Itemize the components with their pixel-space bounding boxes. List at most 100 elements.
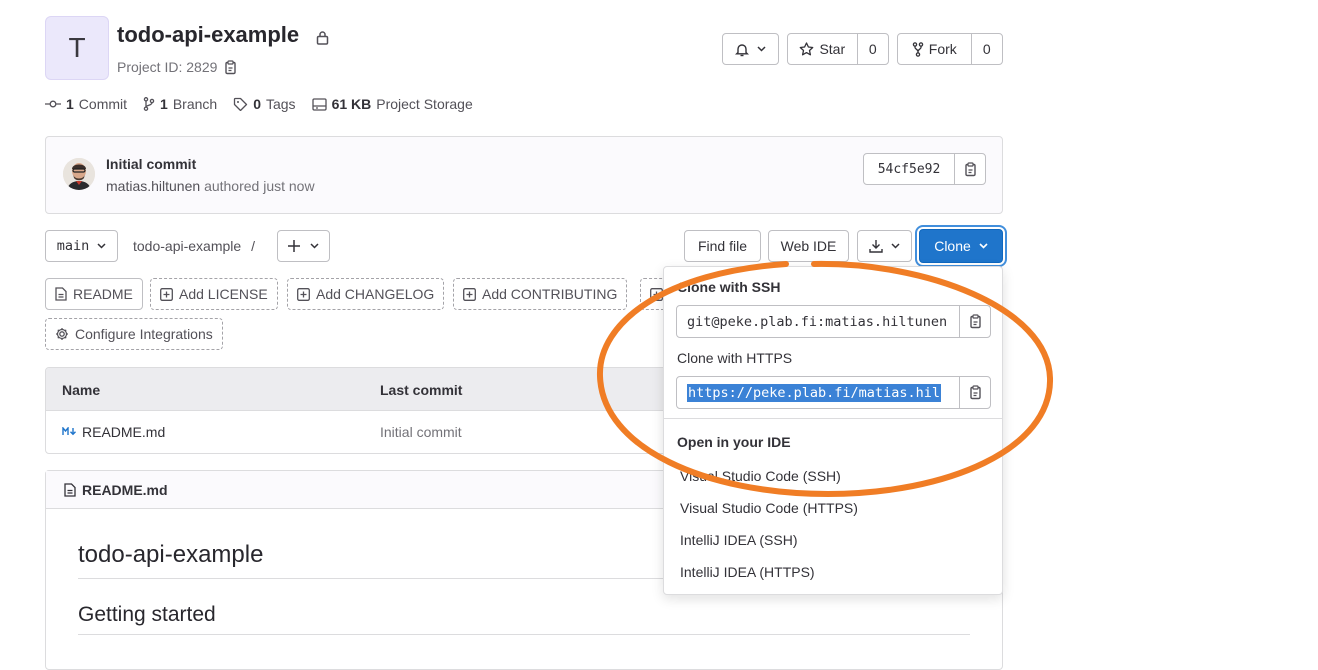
bell-icon [735, 42, 749, 57]
fork-button[interactable]: Fork [898, 34, 971, 64]
chevron-down-icon [757, 46, 766, 52]
file-name-link[interactable]: README.md [82, 424, 165, 440]
clone-ssh-url[interactable]: git@peke.plab.fi:matias.hiltunen [677, 306, 959, 337]
breadcrumb-project[interactable]: todo-api-example [133, 238, 241, 254]
project-id-text: Project ID: 2829 [117, 59, 218, 75]
commit-sha[interactable]: 54cf5e92 [864, 154, 954, 184]
clone-https-value[interactable]: https://peke.plab.fi/matias.hil [677, 377, 959, 408]
star-icon [799, 42, 814, 56]
dropdown-divider [664, 418, 1002, 419]
ide-option-intellij-https[interactable]: IntelliJ IDEA (HTTPS) [680, 564, 815, 580]
add-contributing-label: Add CONTRIBUTING [482, 286, 618, 302]
download-button[interactable] [857, 230, 912, 262]
copy-sha-button[interactable] [954, 154, 985, 184]
clone-ssh-field[interactable]: git@peke.plab.fi:matias.hiltunen [676, 305, 991, 338]
user-avatar[interactable] [63, 158, 95, 190]
copy-id-icon[interactable] [223, 59, 237, 75]
project-avatar-letter: T [68, 32, 86, 63]
copy-icon [968, 385, 982, 400]
project-id: Project ID: 2829 [117, 59, 237, 75]
storage-icon [311, 97, 327, 111]
add-changelog-button[interactable]: Add CHANGELOG [287, 278, 445, 310]
add-contributing-button[interactable]: Add CONTRIBUTING [453, 278, 628, 310]
add-changelog-label: Add CHANGELOG [316, 286, 435, 302]
project-avatar: T [45, 16, 109, 80]
ide-option-vscode-https[interactable]: Visual Studio Code (HTTPS) [680, 500, 858, 516]
lock-icon [316, 30, 329, 45]
branches-count: 1 [160, 96, 168, 112]
branch-name: main [56, 238, 90, 254]
web-ide-button[interactable]: Web IDE [768, 230, 849, 262]
clone-ssh-label: Clone with SSH [677, 279, 781, 295]
gear-icon [55, 327, 69, 341]
star-button[interactable]: Star [788, 34, 857, 64]
col-last-commit: Last commit [380, 382, 463, 398]
readme-label: README [73, 286, 133, 302]
project-stats: 1 Commit 1 Branch 0 Tags 61 KB Project S… [45, 96, 473, 112]
branches-label: Branch [172, 96, 218, 112]
breadcrumb: todo-api-example / [133, 238, 255, 254]
find-file-button[interactable]: Find file [684, 230, 761, 262]
add-license-label: Add LICENSE [179, 286, 268, 302]
download-icon [869, 239, 883, 253]
chevron-down-icon [891, 243, 900, 249]
commits-link[interactable]: 1 Commit [45, 96, 127, 112]
last-commit-panel: Initial commit matias.hiltunen authored … [45, 136, 1003, 214]
plus-square-icon [160, 287, 173, 301]
file-icon [55, 287, 67, 301]
commits-label: Commit [78, 96, 128, 112]
plus-square-icon [463, 287, 476, 301]
branch-selector[interactable]: main [45, 230, 118, 262]
star-label: Star [819, 41, 846, 57]
clone-https-url: https://peke.plab.fi/matias.hil [687, 383, 941, 402]
clone-label: Clone [934, 238, 971, 254]
storage-link[interactable]: 61 KB Project Storage [311, 96, 473, 112]
commit-sha-group: 54cf5e92 [863, 153, 986, 185]
tags-count: 0 [253, 96, 261, 112]
clone-dropdown: Clone with SSH git@peke.plab.fi:matias.h… [663, 266, 1003, 595]
commit-icon [45, 99, 61, 109]
plus-square-icon [297, 287, 310, 301]
breadcrumb-separator: / [251, 238, 255, 254]
branches-link[interactable]: 1 Branch [143, 96, 217, 112]
notifications-button[interactable] [722, 33, 779, 65]
commits-count: 1 [66, 96, 74, 112]
configure-integrations-label: Configure Integrations [75, 326, 213, 342]
copy-icon [968, 314, 982, 329]
star-button-group[interactable]: Star 0 [787, 33, 889, 65]
markdown-icon [62, 427, 77, 436]
configure-integrations-button[interactable]: Configure Integrations [45, 318, 223, 350]
commit-author[interactable]: matias.hiltunen [106, 178, 200, 194]
chevron-down-icon [310, 243, 319, 249]
fork-button-group[interactable]: Fork 0 [897, 33, 1003, 65]
plus-square-icon [650, 287, 663, 301]
tag-icon [233, 97, 248, 111]
file-icon [64, 483, 76, 497]
copy-https-button[interactable] [959, 377, 990, 408]
fork-icon [912, 41, 924, 57]
copy-ssh-button[interactable] [959, 306, 990, 337]
add-license-button[interactable]: Add LICENSE [150, 278, 278, 310]
clone-https-field[interactable]: https://peke.plab.fi/matias.hil [676, 376, 991, 409]
readme-file-name[interactable]: README.md [82, 482, 168, 498]
branch-icon [143, 97, 155, 111]
fork-label: Fork [928, 41, 957, 57]
star-count[interactable]: 0 [856, 34, 888, 64]
commit-authored-text: authored just now [204, 178, 315, 194]
file-last-commit-link[interactable]: Initial commit [380, 424, 462, 440]
fork-count[interactable]: 0 [970, 34, 1002, 64]
tags-link[interactable]: 0 Tags [233, 96, 296, 112]
open-in-ide-label: Open in your IDE [677, 434, 791, 450]
chevron-down-icon [97, 243, 106, 249]
project-title[interactable]: todo-api-example [117, 22, 299, 48]
chevron-down-icon [979, 243, 988, 249]
add-to-tree-button[interactable] [277, 230, 330, 262]
ide-option-intellij-ssh[interactable]: IntelliJ IDEA (SSH) [680, 532, 797, 548]
storage-label: Project Storage [376, 96, 473, 112]
readme-button[interactable]: README [45, 278, 143, 310]
heading-divider [78, 634, 970, 635]
clone-button[interactable]: Clone [919, 229, 1003, 263]
commit-message[interactable]: Initial commit [106, 156, 196, 172]
copy-icon [963, 161, 977, 177]
ide-option-vscode-ssh[interactable]: Visual Studio Code (SSH) [680, 468, 841, 484]
